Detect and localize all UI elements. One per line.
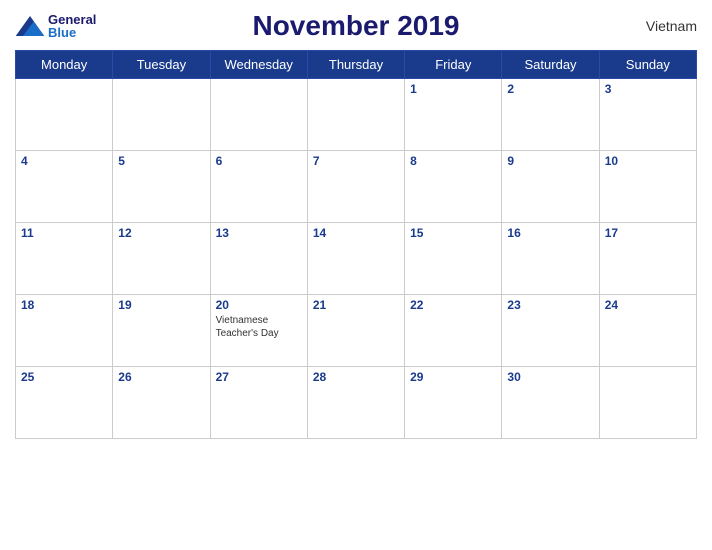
header-monday: Monday — [16, 51, 113, 79]
day-cell: 16 — [502, 223, 599, 295]
day-number: 16 — [507, 226, 593, 240]
day-cell — [16, 79, 113, 151]
day-cell: 17 — [599, 223, 696, 295]
day-cell: 3 — [599, 79, 696, 151]
header-friday: Friday — [405, 51, 502, 79]
day-cell: 4 — [16, 151, 113, 223]
day-number: 14 — [313, 226, 399, 240]
day-number: 13 — [216, 226, 302, 240]
day-number: 3 — [605, 82, 691, 96]
day-number: 30 — [507, 370, 593, 384]
event-label: Vietnamese Teacher's Day — [216, 314, 302, 340]
day-number: 29 — [410, 370, 496, 384]
header-thursday: Thursday — [307, 51, 404, 79]
day-cell: 13 — [210, 223, 307, 295]
day-cell: 14 — [307, 223, 404, 295]
day-number: 28 — [313, 370, 399, 384]
day-number: 20 — [216, 298, 302, 312]
day-number: 24 — [605, 298, 691, 312]
day-cell: 5 — [113, 151, 210, 223]
logo-blue: Blue — [48, 26, 96, 39]
day-number: 25 — [21, 370, 107, 384]
day-cell — [307, 79, 404, 151]
calendar-container: General Blue November 2019 Vietnam Monda… — [0, 0, 712, 550]
calendar-header: General Blue November 2019 Vietnam — [15, 10, 697, 42]
day-number: 4 — [21, 154, 107, 168]
day-cell: 21 — [307, 295, 404, 367]
day-number: 19 — [118, 298, 204, 312]
day-number: 23 — [507, 298, 593, 312]
day-cell — [210, 79, 307, 151]
week-row-3: 11 12 13 14 15 16 17 — [16, 223, 697, 295]
day-cell: 1 — [405, 79, 502, 151]
week-row-4: 18 19 20 Vietnamese Teacher's Day 21 22 23 24 — [16, 295, 697, 367]
day-number: 15 — [410, 226, 496, 240]
day-cell: 6 — [210, 151, 307, 223]
calendar-table: Monday Tuesday Wednesday Thursday Friday… — [15, 50, 697, 439]
day-cell: 19 — [113, 295, 210, 367]
day-number: 1 — [410, 82, 496, 96]
day-cell: 22 — [405, 295, 502, 367]
day-number: 5 — [118, 154, 204, 168]
day-cell: 15 — [405, 223, 502, 295]
day-number: 12 — [118, 226, 204, 240]
country-label: Vietnam — [646, 18, 697, 34]
day-number: 22 — [410, 298, 496, 312]
day-number: 7 — [313, 154, 399, 168]
day-cell: 8 — [405, 151, 502, 223]
day-cell: 26 — [113, 367, 210, 439]
day-cell: 11 — [16, 223, 113, 295]
day-number: 11 — [21, 226, 107, 240]
week-row-2: 456789 10 — [16, 151, 697, 223]
day-number: 2 — [507, 82, 593, 96]
day-cell: 20 Vietnamese Teacher's Day — [210, 295, 307, 367]
day-cell: 10 — [599, 151, 696, 223]
day-cell: 9 — [502, 151, 599, 223]
day-number: 10 — [605, 154, 691, 168]
day-cell — [113, 79, 210, 151]
week-row-5: 25 26 27 28 29 30 — [16, 367, 697, 439]
day-number: 27 — [216, 370, 302, 384]
day-cell: 12 — [113, 223, 210, 295]
day-cell: 28 — [307, 367, 404, 439]
header-sunday: Sunday — [599, 51, 696, 79]
day-number: 21 — [313, 298, 399, 312]
day-cell: 7 — [307, 151, 404, 223]
logo-area: General Blue — [15, 13, 96, 39]
day-cell: 23 — [502, 295, 599, 367]
day-cell: 27 — [210, 367, 307, 439]
logo-icon — [15, 16, 45, 36]
header-wednesday: Wednesday — [210, 51, 307, 79]
day-number: 18 — [21, 298, 107, 312]
week-row-1: 123 — [16, 79, 697, 151]
days-header-row: Monday Tuesday Wednesday Thursday Friday… — [16, 51, 697, 79]
day-number: 9 — [507, 154, 593, 168]
day-number: 8 — [410, 154, 496, 168]
header-tuesday: Tuesday — [113, 51, 210, 79]
day-cell: 24 — [599, 295, 696, 367]
day-cell: 18 — [16, 295, 113, 367]
day-cell: 2 — [502, 79, 599, 151]
day-cell: 30 — [502, 367, 599, 439]
day-cell — [599, 367, 696, 439]
day-cell: 29 — [405, 367, 502, 439]
day-number: 26 — [118, 370, 204, 384]
day-number: 6 — [216, 154, 302, 168]
day-cell: 25 — [16, 367, 113, 439]
header-saturday: Saturday — [502, 51, 599, 79]
day-number: 17 — [605, 226, 691, 240]
calendar-title: November 2019 — [252, 10, 459, 42]
